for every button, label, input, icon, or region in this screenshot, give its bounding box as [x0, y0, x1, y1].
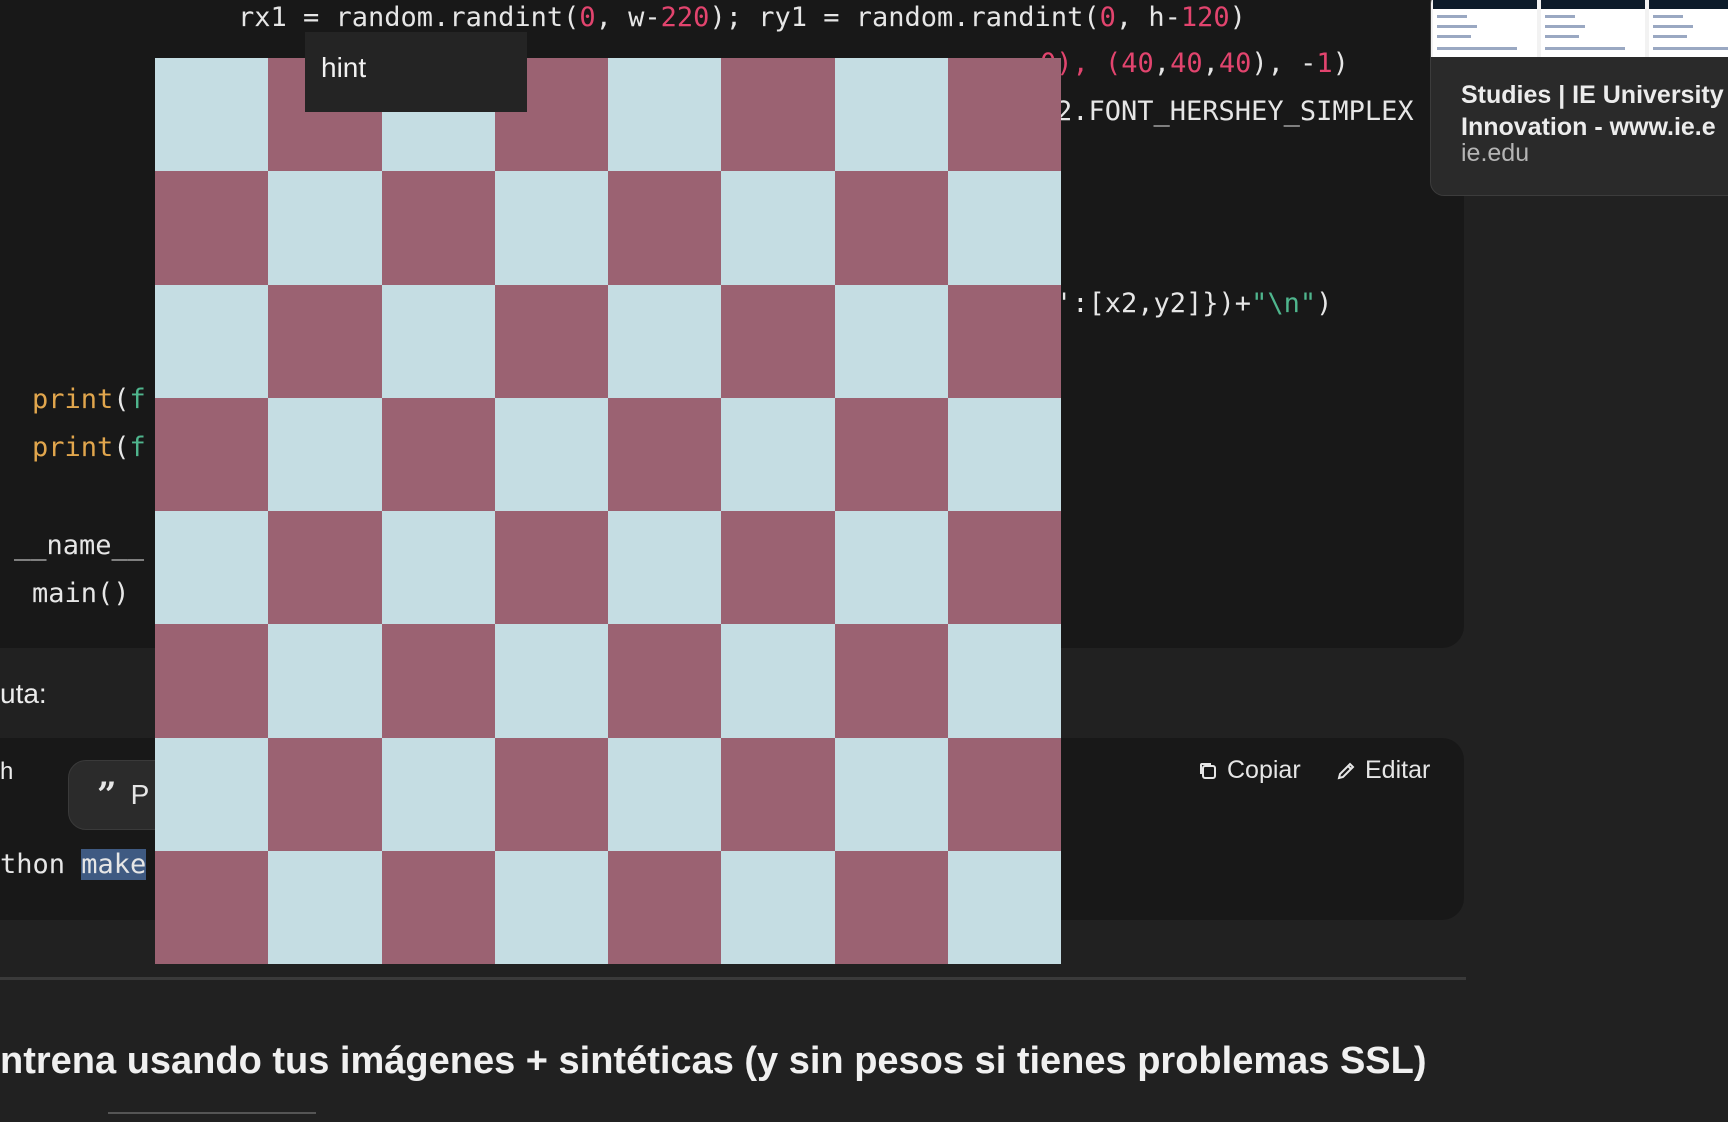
board-square-dark [608, 850, 722, 964]
preview-title-line-1: Studies | IE University [1461, 81, 1724, 109]
board-square-light [268, 397, 382, 511]
board-square-light [721, 624, 835, 738]
board-square-dark [608, 171, 722, 285]
divider [0, 977, 1466, 980]
copy-icon [1200, 762, 1216, 779]
board-square-dark [381, 624, 495, 738]
board-square-light [268, 624, 382, 738]
console-lang-label: h [0, 758, 14, 785]
board-square-dark [721, 284, 835, 398]
quote-chip-label: P [130, 779, 150, 810]
preview-thumbnail [1649, 0, 1728, 57]
board-square-light [947, 171, 1061, 285]
code-line-main: main() [32, 578, 130, 609]
preview-thumbnails [1431, 0, 1728, 57]
board-square-light [494, 624, 608, 738]
copy-button-label: Copiar [1227, 756, 1301, 784]
board-square-dark [155, 397, 269, 511]
board-square-light [834, 511, 948, 625]
board-square-light [494, 397, 608, 511]
preview-domain: ie.edu [1461, 139, 1530, 167]
preview-thumbnail [1433, 0, 1537, 57]
board-square-light [155, 284, 269, 398]
link-preview-card[interactable]: Studies | IE University Innovation - www… [1430, 0, 1728, 196]
board-square-light [947, 624, 1061, 738]
board-square-light [947, 397, 1061, 511]
board-square-dark [155, 624, 269, 738]
board-square-dark [494, 511, 608, 625]
board-square-dark [494, 284, 608, 398]
preview-thumbnail [1541, 0, 1645, 57]
board-square-light [381, 284, 495, 398]
quote-icon: ” [97, 775, 117, 815]
intro-text: uta: [0, 678, 47, 709]
board-square-dark [268, 284, 382, 398]
code-line-print-1: print(f [32, 384, 146, 415]
console-command[interactable]: thon make [0, 849, 147, 880]
board-square-light [494, 171, 608, 285]
board-square-dark [834, 850, 948, 964]
board-square-dark [834, 624, 948, 738]
code-line-1: rx1 = random.randint(0, w-220); ry1 = ra… [238, 2, 1246, 33]
board-square-light [381, 511, 495, 625]
board-square-light [608, 737, 722, 851]
board-square-dark [608, 397, 722, 511]
board-square-light [834, 737, 948, 851]
board-square-light [721, 397, 835, 511]
board-square-dark [381, 397, 495, 511]
board-square-dark [834, 171, 948, 285]
checkerboard [155, 58, 1061, 964]
code-line-3: 2.FONT_HERSHEY_SIMPLEX [1056, 96, 1414, 127]
board-square-dark [381, 850, 495, 964]
preview-title: Studies | IE University Innovation - www… [1461, 79, 1724, 143]
board-square-light [155, 511, 269, 625]
board-square-light [608, 284, 722, 398]
board-square-dark [947, 737, 1061, 851]
board-square-dark [155, 850, 269, 964]
pencil-icon [1337, 762, 1355, 779]
board-square-light [268, 850, 382, 964]
board-square-light [268, 171, 382, 285]
board-square-dark [721, 58, 835, 172]
board-square-dark [268, 737, 382, 851]
board-square-dark [268, 511, 382, 625]
board-square-light [494, 850, 608, 964]
board-square-dark [721, 737, 835, 851]
section-heading: ntrena usando tus imágenes + sintéticas … [0, 1040, 1427, 1082]
hint-tooltip: hint [305, 32, 527, 112]
board-square-dark [834, 397, 948, 511]
board-square-dark [947, 284, 1061, 398]
code-line-2: 0), (40,40,40), -1) [1040, 48, 1349, 79]
code-line-4: ':[x2,y2]})+"\n") [1056, 288, 1333, 319]
code-line-name: __name__ [14, 530, 145, 561]
board-square-light [834, 58, 948, 172]
board-square-light [155, 58, 269, 172]
board-square-dark [721, 511, 835, 625]
board-square-light [608, 511, 722, 625]
board-square-dark [608, 624, 722, 738]
board-square-dark [494, 737, 608, 851]
copy-button[interactable]: Copiar [1197, 756, 1301, 785]
board-square-dark [947, 58, 1061, 172]
board-square-light [381, 737, 495, 851]
board-square-light [834, 284, 948, 398]
edit-button[interactable]: Editar [1335, 756, 1430, 785]
board-square-light [947, 850, 1061, 964]
board-square-dark [947, 511, 1061, 625]
bottom-pill [108, 1112, 316, 1122]
board-square-light [608, 58, 722, 172]
board-square-dark [381, 171, 495, 285]
board-square-dark [155, 171, 269, 285]
code-line-print-2: print(f [32, 432, 146, 463]
board-square-light [721, 850, 835, 964]
board-square-light [721, 171, 835, 285]
edit-button-label: Editar [1365, 756, 1431, 784]
board-square-light [155, 737, 269, 851]
